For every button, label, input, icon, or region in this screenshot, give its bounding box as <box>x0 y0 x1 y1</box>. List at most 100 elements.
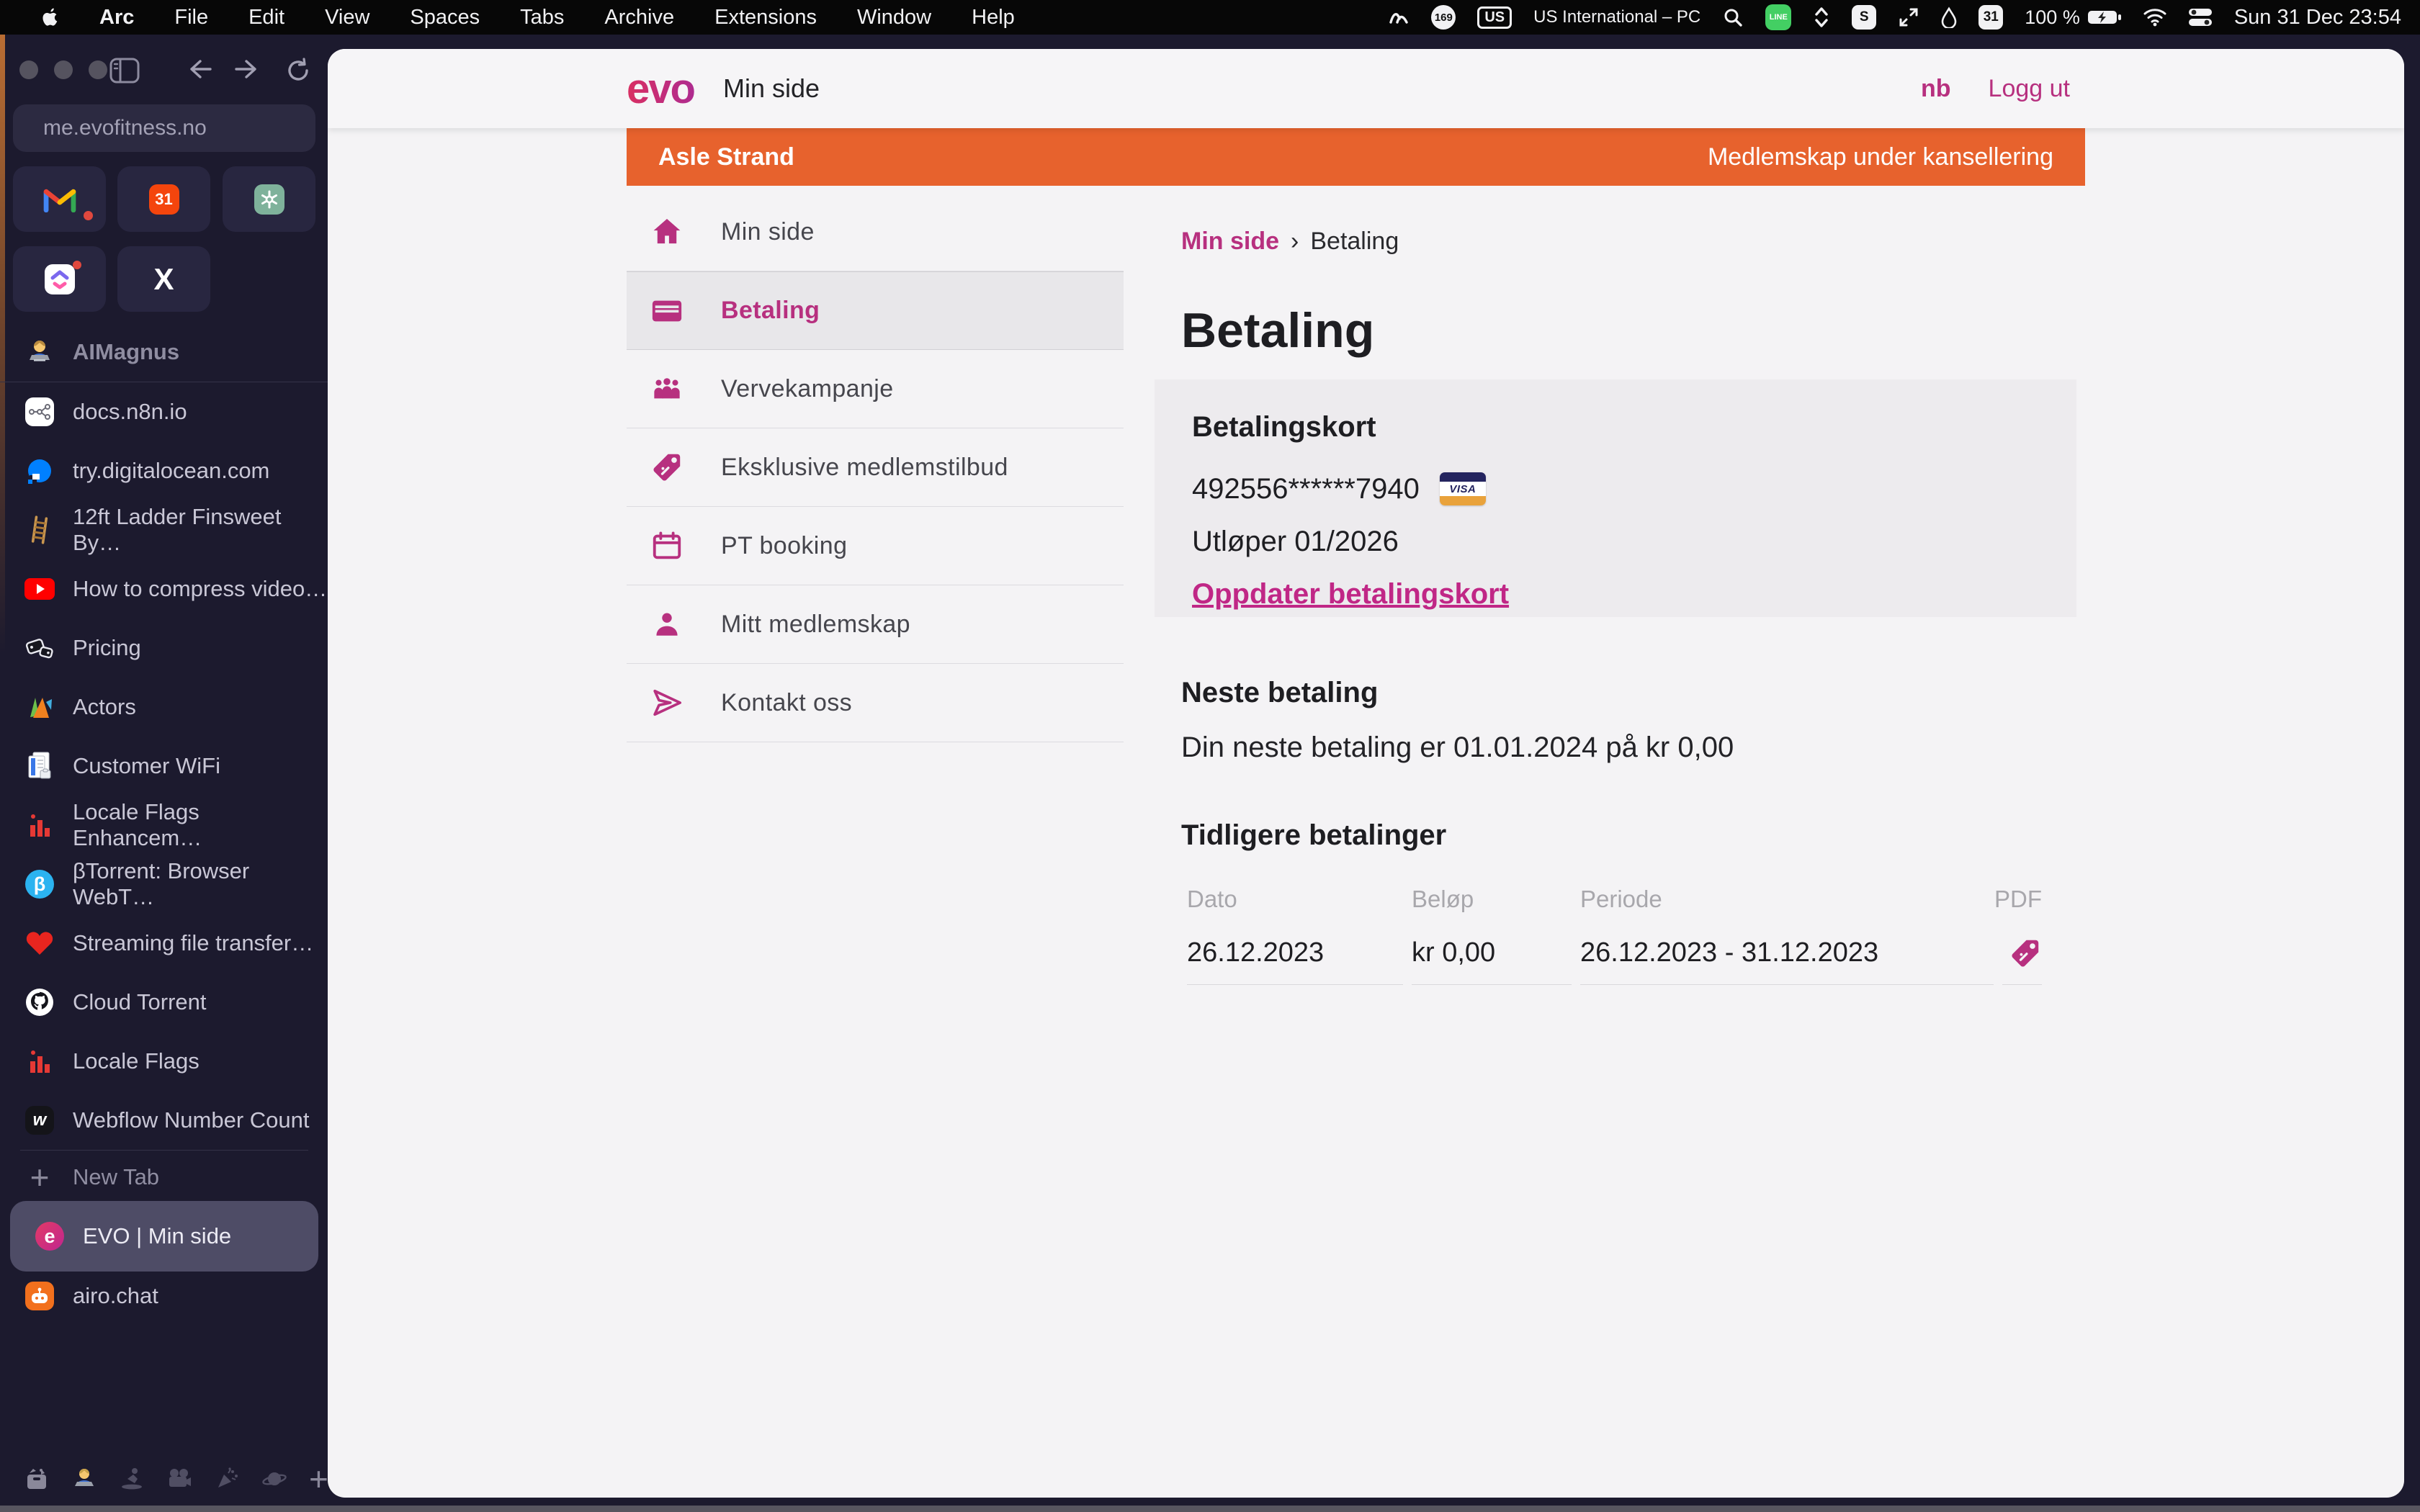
menu-file[interactable]: File <box>154 0 228 35</box>
spaces-bar: + <box>0 1464 328 1493</box>
movie-camera-space-icon[interactable] <box>166 1464 192 1493</box>
gauge-menubar-icon[interactable]: 169 <box>1431 5 1456 30</box>
tab-item-evo-active[interactable]: e EVO | Min side <box>10 1207 318 1266</box>
apple-menu[interactable] <box>22 0 79 35</box>
nav-item-medlemstilbud[interactable]: Eksklusive medlemstilbud <box>627 428 1124 507</box>
folder-label: AIMagnus <box>73 339 179 365</box>
party-popper-space-icon[interactable] <box>214 1464 240 1493</box>
close-window-button[interactable] <box>19 60 38 79</box>
technologist-emoji-icon <box>24 336 55 368</box>
menu-edit[interactable]: Edit <box>228 0 305 35</box>
technologist-space-icon[interactable] <box>71 1464 97 1493</box>
wifi-icon[interactable] <box>2143 8 2166 27</box>
arc-browser-icon[interactable] <box>1388 6 1410 28</box>
tab-item[interactable]: docs.n8n.io <box>0 382 328 441</box>
archive-box-icon[interactable] <box>24 1464 50 1493</box>
menubar-app-name[interactable]: Arc <box>79 0 154 35</box>
keyboard-layout-label[interactable]: US International – PC <box>1533 7 1700 27</box>
tab-item[interactable]: β βTorrent: Browser WebT… <box>0 855 328 914</box>
heart-icon <box>24 927 55 959</box>
price-tags-icon <box>24 632 55 664</box>
window-controls <box>19 60 107 79</box>
evo-logo[interactable]: evo <box>627 65 694 113</box>
tab-item[interactable]: Cloud Torrent <box>0 973 328 1032</box>
pinned-tile-x[interactable]: X <box>117 246 210 312</box>
url-text: me.evofitness.no <box>43 116 207 140</box>
control-center-icon[interactable] <box>2188 8 2213 27</box>
tab-list: AIMagnus docs.n8n.io try.digitalocean.co… <box>0 323 328 1150</box>
menu-archive[interactable]: Archive <box>584 0 694 35</box>
menu-help[interactable]: Help <box>951 0 1035 35</box>
reload-button[interactable] <box>285 58 311 84</box>
tab-item[interactable]: Pricing <box>0 618 328 678</box>
breadcrumb-separator: › <box>1291 228 1299 256</box>
spotlight-search-icon[interactable] <box>1722 6 1744 28</box>
line-app-icon[interactable]: LINE <box>1765 4 1791 30</box>
tab-item[interactable]: How to compress video… <box>0 559 328 618</box>
tab-item[interactable]: 12ft Ladder Finsweet By… <box>0 500 328 559</box>
history-cell-period: 26.12.2023 - 31.12.2023 <box>1580 922 1994 985</box>
airo-chat-icon <box>24 1280 55 1312</box>
logout-link[interactable]: Logg ut <box>1989 75 2070 103</box>
tab-item[interactable]: Locale Flags <box>0 1032 328 1091</box>
new-space-plus-icon[interactable]: + <box>309 1464 328 1493</box>
nav-item-kontakt-oss[interactable]: Kontakt oss <box>627 664 1124 742</box>
card-expiry: Utløper 01/2026 <box>1192 526 2076 558</box>
menu-view[interactable]: View <box>305 0 390 35</box>
youtube-icon <box>24 573 55 605</box>
tab-label: Customer WiFi <box>73 753 220 779</box>
updown-arrows-icon[interactable] <box>1813 6 1830 29</box>
tab-item[interactable]: Customer WiFi <box>0 737 328 796</box>
tab-item[interactable]: Streaming file transfer… <box>0 914 328 973</box>
tab-item[interactable]: try.digitalocean.com <box>0 441 328 500</box>
language-selector[interactable]: nb <box>1921 75 1951 103</box>
toggle-sidebar-button[interactable] <box>109 58 140 84</box>
menu-window[interactable]: Window <box>837 0 951 35</box>
browser-viewport: evo Min side nb Logg ut Asle Strand Medl… <box>328 49 2404 1498</box>
battery-status[interactable]: 100 % <box>2025 6 2122 29</box>
pinned-tile-chatgpt[interactable] <box>223 166 315 232</box>
nav-item-pt-booking[interactable]: PT booking <box>627 507 1124 585</box>
nav-item-betaling[interactable]: Betaling <box>627 271 1124 350</box>
tab-item[interactable]: Locale Flags Enhancem… <box>0 796 328 855</box>
menu-extensions[interactable]: Extensions <box>694 0 837 35</box>
new-tab-button[interactable]: + New Tab <box>0 1148 328 1207</box>
tab-item[interactable]: Actors <box>0 678 328 737</box>
tab-item-airo[interactable]: airo.chat <box>0 1266 328 1326</box>
tab-item[interactable]: w Webflow Number Count <box>0 1091 328 1150</box>
nav-item-vervekampanje[interactable]: Vervekampanje <box>627 350 1124 428</box>
planet-space-icon[interactable] <box>261 1464 287 1493</box>
column-header-periode: Periode <box>1580 877 1994 922</box>
zoom-window-button[interactable] <box>89 60 107 79</box>
breadcrumb-parent-link[interactable]: Min side <box>1181 228 1279 256</box>
menu-spaces[interactable]: Spaces <box>390 0 500 35</box>
nav-item-min-side[interactable]: Min side <box>627 193 1124 271</box>
pinned-tile-calendar[interactable]: 31 <box>117 166 210 232</box>
expand-arrows-icon[interactable] <box>1898 6 1919 28</box>
forward-button[interactable] <box>235 58 261 81</box>
pdf-receipt-tag-icon[interactable] <box>2009 937 2042 970</box>
tab-label: docs.n8n.io <box>73 399 187 425</box>
pinned-tile-gmail[interactable] <box>13 166 106 232</box>
keyboard-layout-badge[interactable]: US <box>1477 6 1512 29</box>
menu-tabs[interactable]: Tabs <box>500 0 584 35</box>
back-button[interactable] <box>186 58 212 81</box>
breadcrumb-current: Betaling <box>1310 228 1399 256</box>
menubar-clock[interactable]: Sun 31 Dec 23:54 <box>2234 6 2401 30</box>
sidebar-folder-aimagnus[interactable]: AIMagnus <box>0 323 328 382</box>
evo-favicon: e <box>34 1220 66 1252</box>
tab-label: Webflow Number Count <box>73 1107 310 1133</box>
apple-icon <box>42 7 59 27</box>
droplet-icon[interactable] <box>1941 6 1957 28</box>
pinned-tile-clickup[interactable] <box>13 246 106 312</box>
url-bar[interactable]: me.evofitness.no <box>13 104 315 152</box>
tab-label: airo.chat <box>73 1283 158 1309</box>
minimize-window-button[interactable] <box>54 60 73 79</box>
update-card-link[interactable]: Oppdater betalingskort <box>1192 578 1509 611</box>
nav-item-mitt-medlemskap[interactable]: Mitt medlemskap <box>627 585 1124 664</box>
google-calendar-icon: 31 <box>149 184 179 215</box>
screen-bottom-edge <box>0 1506 2420 1512</box>
surfer-space-icon[interactable] <box>119 1464 145 1493</box>
calendar-menubar-icon[interactable]: 31 <box>1978 5 2003 30</box>
shottr-icon[interactable]: S <box>1852 5 1876 30</box>
